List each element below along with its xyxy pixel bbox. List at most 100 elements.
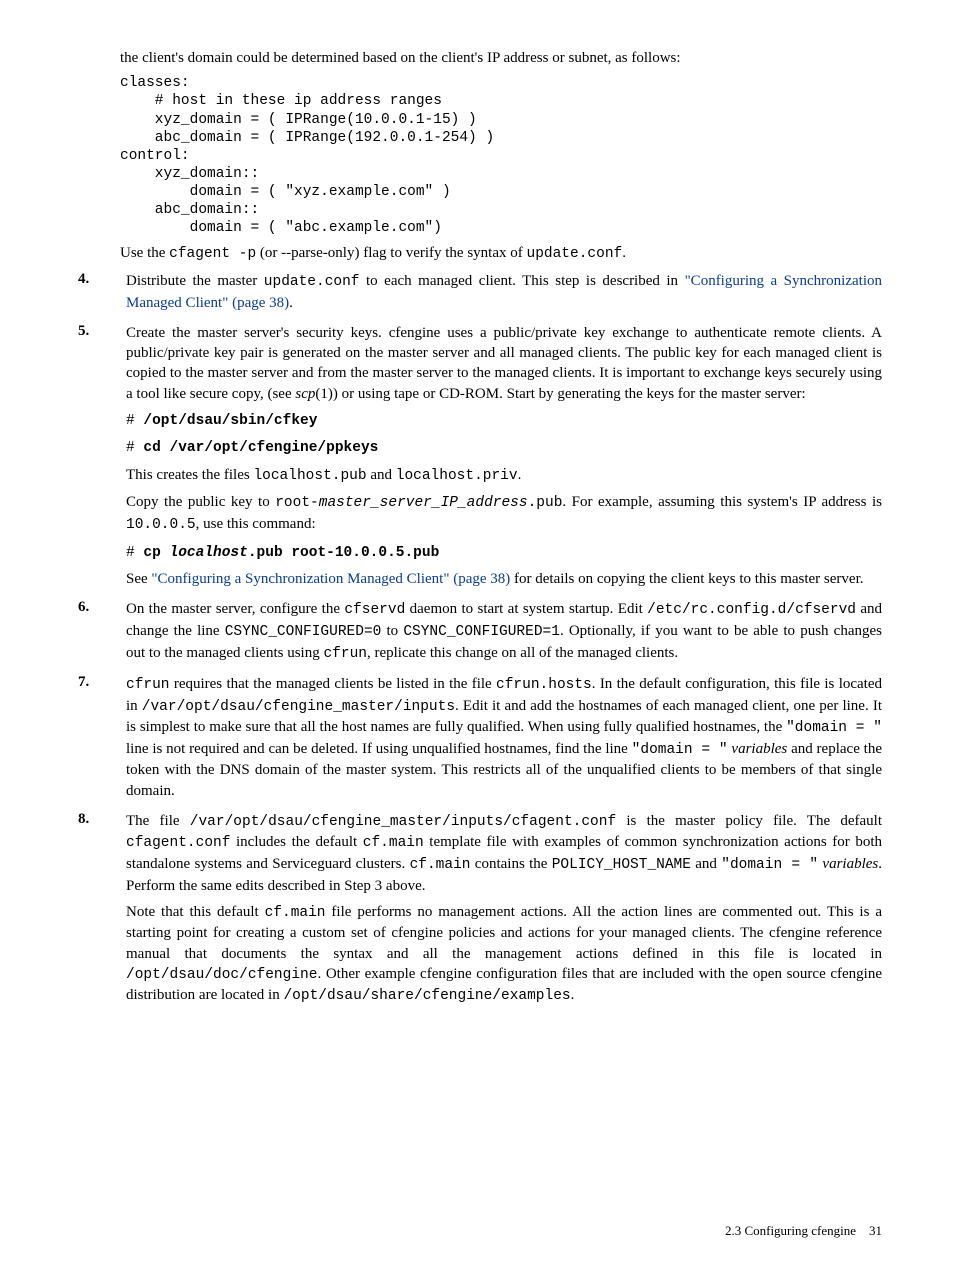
cfagent-cmd: cfagent -p (169, 246, 256, 262)
csync0: CSYNC_CONFIGURED=0 (225, 624, 382, 640)
prompt: # (126, 413, 143, 429)
continuation-body: the client's domain could be determined … (120, 48, 882, 265)
etc-path: /etc/ (647, 602, 691, 618)
text: to each managed client. This step is des… (360, 273, 685, 289)
text: requires that the managed clients be lis… (170, 676, 497, 692)
paragraph: On the master server, configure the cfse… (126, 599, 882, 664)
page: the client's domain could be determined … (0, 0, 954, 1271)
cfagent-conf: cfagent.conf (126, 835, 230, 851)
rc-path: rc.config.d/cfservd (691, 602, 856, 618)
step-number: 6. (72, 599, 126, 670)
cp-cmd-a: cp (143, 545, 169, 561)
paragraph: Copy the public key to root-master_serve… (126, 492, 882, 535)
paragraph: Create the master server's security keys… (126, 323, 882, 404)
step-number: 8. (72, 811, 126, 1013)
cfrun-hosts: cfrun.hosts (496, 677, 592, 693)
paragraph: Note that this default cf.main file perf… (126, 902, 882, 1007)
text: (or --parse-only) flag to verify the syn… (256, 245, 526, 261)
page-footer: 2.3 Configuring cfengine 31 (725, 1223, 882, 1239)
text: and (691, 856, 721, 872)
ip-address: 10.0.0.5 (126, 517, 196, 533)
localhost-priv: localhost.priv (396, 468, 518, 484)
after-code-paragraph: Use the cfagent -p (or --parse-only) fla… (120, 243, 882, 265)
command: # cp localhost.pub root-10.0.0.5.pub (126, 542, 882, 564)
prompt: # (126, 440, 143, 456)
text: . (622, 245, 626, 261)
text: . (289, 295, 293, 311)
step-8: 8. The file /var/opt/dsau/cfengine_maste… (72, 811, 882, 1013)
variables-italic: variables (822, 856, 878, 872)
policy-host-name: POLICY_HOST_NAME (552, 857, 691, 873)
step-body: Create the master server's security keys… (126, 323, 882, 596)
step-number: 7. (72, 674, 126, 807)
cf-main: cf.main (410, 857, 471, 873)
code-block: classes: # host in these ip address rang… (120, 74, 882, 237)
text: for details on copying the client keys t… (510, 571, 863, 587)
inputs-path: /var/opt/dsau/cfengine_master/inputs (142, 699, 455, 715)
text: Copy the public key to (126, 494, 275, 510)
examples-path: /opt/dsau/share/cfengine/examples (283, 988, 570, 1004)
command: # cd /var/opt/cfengine/ppkeys (126, 437, 882, 459)
text: is the master policy file. The default (616, 813, 882, 829)
text: See (126, 571, 151, 587)
text: , use this command: (196, 516, 316, 532)
paragraph: cfrun requires that the managed clients … (126, 674, 882, 801)
cf-main: cf.main (363, 835, 424, 851)
cp-cmd-b: localhost (170, 545, 248, 561)
step-body: cfrun requires that the managed clients … (126, 674, 882, 807)
doc-path: /opt/dsau/doc/cfengine (126, 967, 317, 983)
intro-paragraph: the client's domain could be determined … (120, 48, 882, 68)
prompt: # (126, 545, 143, 561)
text: line is not required and can be deleted.… (126, 741, 632, 757)
link-config-sync-client[interactable]: "Configuring a Synchronization Managed C… (151, 571, 510, 587)
step-5: 5. Create the master server's security k… (72, 323, 882, 596)
text: daemon to start at system startup. Edit (405, 601, 647, 617)
text: Use the (120, 245, 169, 261)
text: This creates the files (126, 467, 253, 483)
domain-literal: "domain = " (632, 742, 728, 758)
scp-italic: scp (295, 386, 315, 402)
paragraph: Distribute the master update.conf to eac… (126, 271, 882, 313)
step-body: Distribute the master update.conf to eac… (126, 271, 882, 319)
cf-main: cf.main (265, 905, 326, 921)
cd-cmd: cd /var/opt/cfengine/ppkeys (143, 440, 378, 456)
step-body: On the master server, configure the cfse… (126, 599, 882, 670)
root-master-ip: master_server_IP_address (319, 495, 528, 511)
text: On the master server, configure the (126, 601, 344, 617)
cfkey-cmd: /opt/dsau/sbin/cfkey (143, 413, 317, 429)
localhost-pub: localhost.pub (253, 468, 366, 484)
paragraph: See "Configuring a Synchronization Manag… (126, 569, 882, 589)
text: Distribute the master (126, 273, 264, 289)
step-7: 7. cfrun requires that the managed clien… (72, 674, 882, 807)
step-4: 4. Distribute the master update.conf to … (72, 271, 882, 319)
section-label: 2.3 Configuring cfengine (725, 1223, 856, 1238)
step-number: 4. (72, 271, 126, 319)
text: contains the (470, 856, 551, 872)
text: Note that this default (126, 904, 265, 920)
text: includes the default (230, 834, 362, 850)
cfagent-conf-path: /var/opt/dsau/cfengine_master/inputs/cfa… (190, 814, 616, 830)
step-6: 6. On the master server, configure the c… (72, 599, 882, 670)
update-conf: update.conf (527, 246, 623, 262)
cfservd: cfservd (344, 602, 405, 618)
csync1: CSYNC_CONFIGURED=1 (403, 624, 560, 640)
variables-italic: variables (731, 741, 787, 757)
domain-literal: "domain = " (786, 720, 882, 736)
text: and (367, 467, 396, 483)
paragraph: The file /var/opt/dsau/cfengine_master/i… (126, 811, 882, 896)
cp-cmd-c: .pub root-10.0.0.5.pub (248, 545, 439, 561)
domain-literal: "domain = " (721, 857, 818, 873)
text: to (381, 623, 403, 639)
command: # /opt/dsau/sbin/cfkey (126, 410, 882, 432)
root-master-end: .pub (528, 495, 563, 511)
root-master: root- (275, 495, 319, 511)
text: . (518, 467, 522, 483)
text: , replicate this change on all of the ma… (367, 645, 678, 661)
cfrun: cfrun (323, 646, 367, 662)
text: The file (126, 813, 190, 829)
cfrun: cfrun (126, 677, 170, 693)
step-body: The file /var/opt/dsau/cfengine_master/i… (126, 811, 882, 1013)
text: . For example, assuming this system's IP… (562, 494, 882, 510)
text: (1)) or using tape or CD-ROM. Start by g… (315, 386, 805, 402)
paragraph: This creates the files localhost.pub and… (126, 465, 882, 487)
